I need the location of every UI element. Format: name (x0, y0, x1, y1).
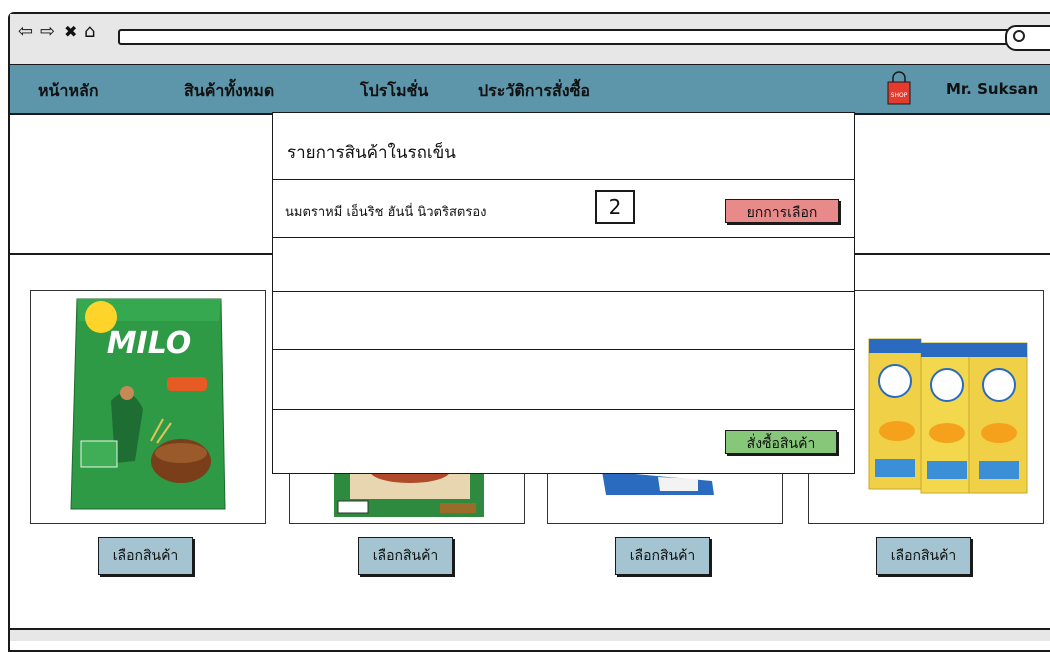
close-icon[interactable]: ✖ (64, 22, 77, 42)
product-card-milo: MILO (30, 290, 266, 524)
select-product-button-4[interactable]: เลือกสินค้า (876, 537, 971, 575)
search-icon (1013, 30, 1025, 42)
select-product-button-1[interactable]: เลือกสินค้า (98, 537, 193, 575)
quantity-field[interactable]: 2 (595, 190, 635, 224)
select-product-button-3[interactable]: เลือกสินค้า (615, 537, 710, 575)
user-name[interactable]: Mr. Suksan (946, 80, 1038, 98)
cart-row-divider (273, 409, 854, 410)
cart-row-divider (273, 179, 854, 180)
nav-all-products[interactable]: สินค้าทั้งหมด (184, 79, 274, 104)
cart-row-divider (273, 237, 854, 238)
nav-order-history[interactable]: ประวัติการสั่งซื้อ (478, 79, 590, 104)
home-icon[interactable]: ⌂ (84, 22, 95, 42)
forward-arrow-icon[interactable]: ⇨ (40, 22, 55, 42)
cart-row-divider (273, 349, 854, 350)
place-order-button[interactable]: สั่งซื้อสินค้า (725, 430, 837, 454)
shopping-bag-icon[interactable]: SHOP (887, 70, 911, 110)
cancel-selection-button[interactable]: ยกการเลือก (725, 199, 839, 223)
nav-home[interactable]: หน้าหลัก (38, 79, 99, 104)
milo-pack-image: MILO (70, 298, 226, 510)
cart-dialog: รายการสินค้าในรถเข็น นมตราหมี เอ็นริช ฮั… (272, 112, 855, 474)
cart-title: รายการสินค้าในรถเข็น (287, 143, 456, 163)
address-bar[interactable] (118, 29, 1012, 45)
cart-badge-label: SHOP (891, 92, 908, 99)
search-box[interactable] (1005, 25, 1050, 51)
back-arrow-icon[interactable]: ⇦ (18, 22, 33, 42)
nav-promotions[interactable]: โปรโมชั่น (360, 79, 428, 104)
cart-item-name: นมตราหมี เอ็นริช ฮันนี่ นิวตริสตรอง (285, 205, 487, 220)
select-product-button-2[interactable]: เลือกสินค้า (358, 537, 453, 575)
bottom-bar (10, 628, 1050, 641)
cart-row-divider (273, 291, 854, 292)
svg-text:MILO: MILO (107, 326, 192, 361)
